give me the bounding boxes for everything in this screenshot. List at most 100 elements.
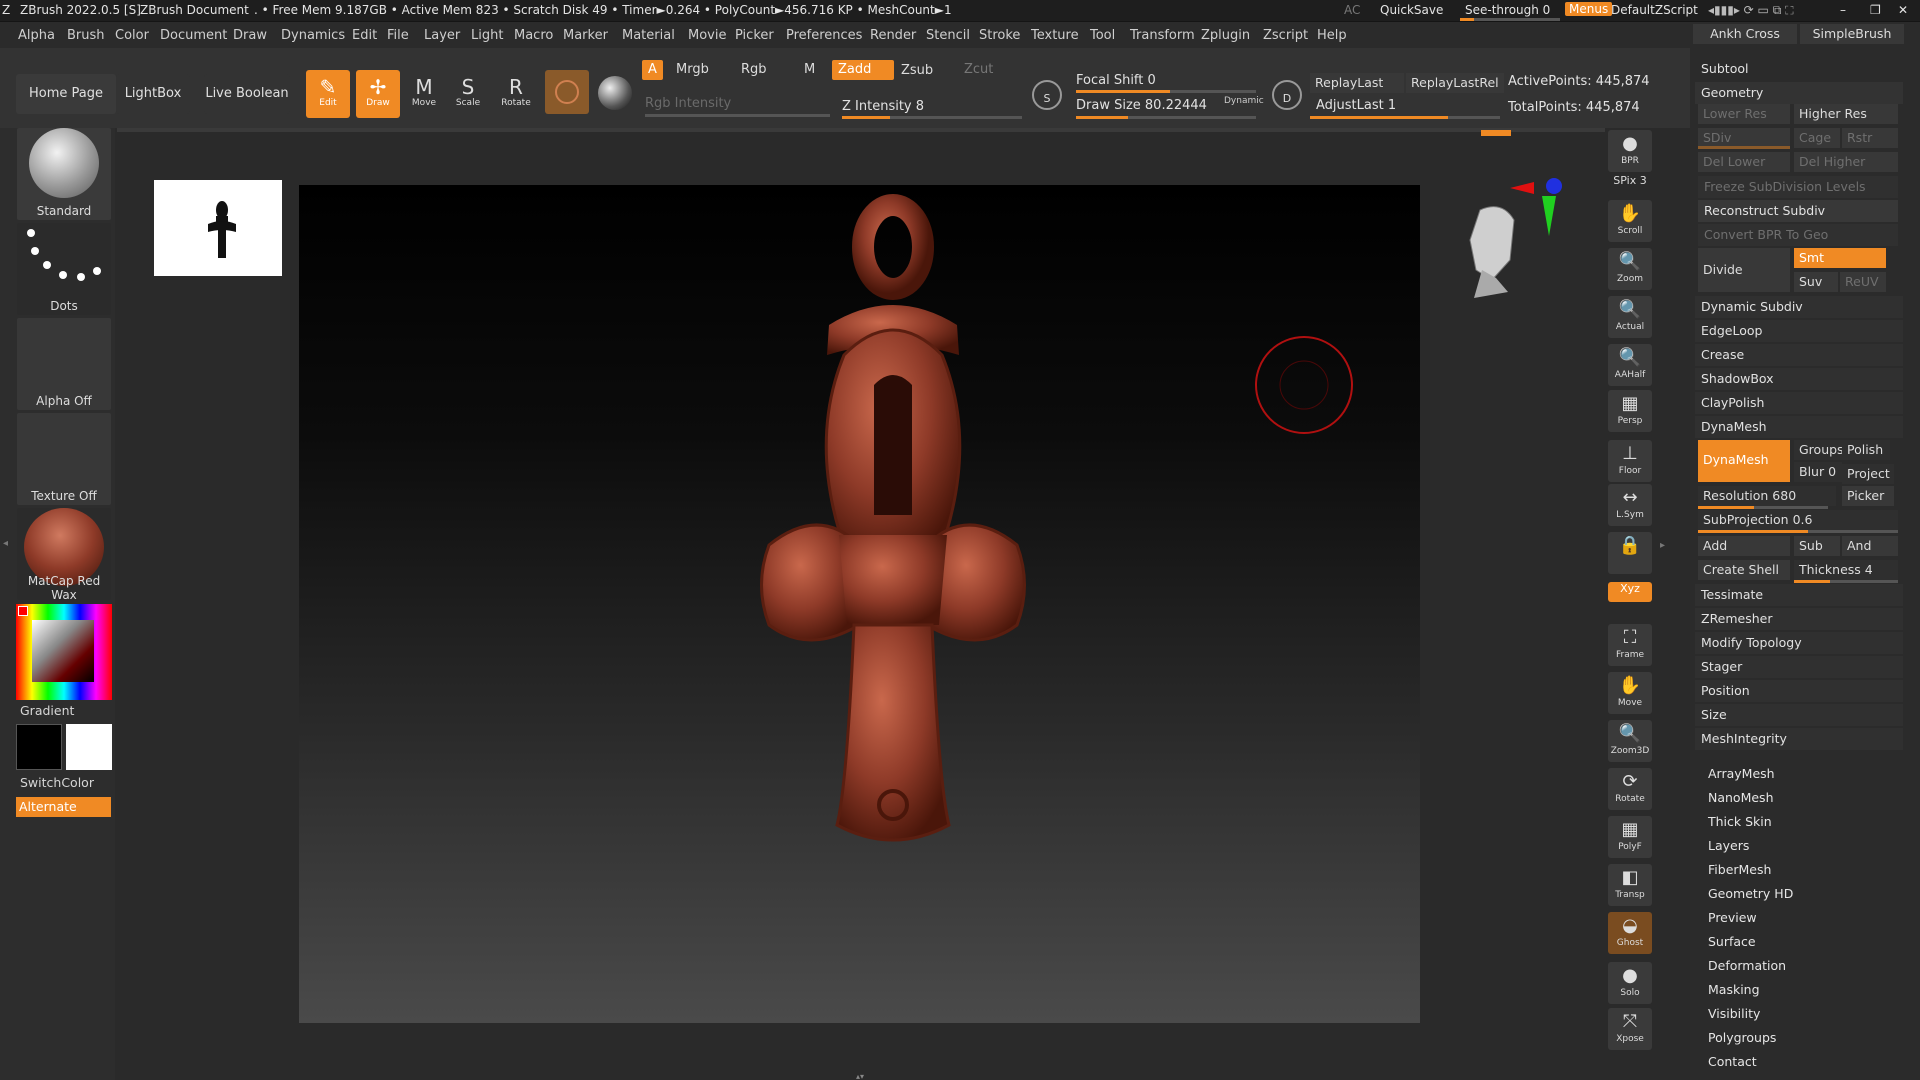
collapse-right-icon[interactable]: ▸ [1660, 540, 1665, 551]
stager-header[interactable]: Stager [1695, 656, 1903, 678]
menu-file[interactable]: File [387, 28, 409, 43]
xpose-button[interactable]: ⤧ Xpose [1608, 1008, 1652, 1050]
aahalf-button[interactable]: 🔍 AAHalf [1608, 344, 1652, 386]
tessimate-header[interactable]: Tessimate [1695, 584, 1903, 606]
edgeloop-header[interactable]: EdgeLoop [1695, 320, 1903, 342]
draw-size-track[interactable] [1076, 116, 1256, 119]
menu-document[interactable]: Document [160, 28, 227, 43]
lightbox-button[interactable]: LightBox [116, 74, 190, 114]
menu-light[interactable]: Light [471, 28, 503, 43]
material-swatch[interactable] [545, 70, 589, 114]
persp-button[interactable]: ▦ Persp [1608, 390, 1652, 432]
material-selector[interactable]: MatCap Red Wax [17, 508, 111, 602]
thickness-slider[interactable]: Thickness 4 [1794, 560, 1898, 580]
divide-button[interactable]: Divide [1698, 248, 1790, 292]
collapse-left-icon[interactable]: ◂ [3, 538, 8, 549]
menu-alpha[interactable]: Alpha [18, 28, 55, 43]
focal-shift-s-icon[interactable]: S [1032, 80, 1062, 110]
menu-render[interactable]: Render [870, 28, 916, 43]
document-canvas[interactable] [299, 185, 1420, 1023]
focal-shift-track[interactable] [1076, 90, 1256, 93]
ankh-cross-tool[interactable]: Ankh Cross [1693, 24, 1797, 44]
move-button[interactable]: ✋ Move [1608, 672, 1652, 714]
solo-button[interactable]: ● Solo [1608, 962, 1652, 1004]
menu-preferences[interactable]: Preferences [786, 28, 862, 43]
see-through-track[interactable] [1460, 18, 1560, 21]
subpalette-geometry-hd[interactable]: Geometry HD [1708, 886, 1793, 901]
groups-toggle[interactable]: Groups [1794, 440, 1844, 460]
subpalette-masking[interactable]: Masking [1708, 982, 1760, 997]
l-sym-button[interactable]: ↔ L.Sym [1608, 484, 1652, 526]
restore-icon[interactable]: ❐ [1870, 3, 1881, 17]
brush-selector[interactable]: Standard [17, 128, 111, 220]
and-button[interactable]: And [1842, 536, 1898, 556]
subpalette-preview[interactable]: Preview [1708, 910, 1757, 925]
scale-mode-button[interactable]: S Scale [446, 70, 490, 118]
minimize-icon[interactable]: – [1840, 3, 1846, 17]
xyz-button[interactable]: Xyz [1608, 582, 1652, 602]
picker-button[interactable]: Picker [1842, 486, 1894, 506]
frame-button[interactable]: ⛶ Frame [1608, 624, 1652, 666]
transp-button[interactable]: ◧ Transp [1608, 864, 1652, 906]
rstr-button[interactable]: Rstr [1842, 128, 1898, 148]
convert-bpr-button[interactable]: Convert BPR To Geo [1698, 224, 1898, 246]
menu-marker[interactable]: Marker [563, 28, 608, 43]
zcut-toggle[interactable]: Zcut [958, 60, 999, 80]
menu-dynamics[interactable]: Dynamics [281, 28, 345, 43]
adjustlast-slider[interactable]: AdjustLast 1 [1316, 98, 1396, 113]
menu-material[interactable]: Material [622, 28, 675, 43]
rgb-toggle[interactable]: Rgb [735, 60, 773, 80]
shadowbox-header[interactable]: ShadowBox [1695, 368, 1903, 390]
z-axis-icon[interactable] [1546, 178, 1562, 194]
simplebrush-tool[interactable]: SimpleBrush [1800, 24, 1904, 44]
dynamesh-button[interactable]: DynaMesh [1698, 440, 1790, 482]
rotate-button[interactable]: ⟳ Rotate [1608, 768, 1652, 810]
resolution-slider[interactable]: Resolution 680 [1698, 486, 1836, 506]
zsub-toggle[interactable]: Zsub [895, 61, 939, 81]
zoom-button[interactable]: 🔍 Zoom [1608, 248, 1652, 290]
zadd-toggle[interactable]: Zadd [832, 60, 894, 80]
sdiv-slider[interactable]: SDiv [1698, 128, 1790, 148]
subpalette-arraymesh[interactable]: ArrayMesh [1708, 766, 1775, 781]
bpr-button[interactable]: ● BPR [1608, 130, 1652, 172]
home-page-button[interactable]: Home Page [16, 74, 116, 114]
edit-mode-button[interactable]: ✎ Edit [306, 70, 350, 118]
menu-edit[interactable]: Edit [352, 28, 377, 43]
menu-tool[interactable]: Tool [1090, 28, 1115, 43]
close-icon[interactable]: ✕ [1898, 3, 1908, 17]
subprojection-slider[interactable]: SubProjection 0.6 [1698, 510, 1898, 530]
subpalette-contact[interactable]: Contact [1708, 1054, 1757, 1069]
dynamic-toggle[interactable]: Dynamic [1224, 96, 1264, 106]
menu-stencil[interactable]: Stencil [926, 28, 970, 43]
subpalette-thick-skin[interactable]: Thick Skin [1708, 814, 1772, 829]
menu-stroke[interactable]: Stroke [979, 28, 1020, 43]
draw-size-slider[interactable]: Draw Size 80.22444 [1076, 98, 1207, 113]
dynamic-subdiv-header[interactable]: Dynamic Subdiv [1695, 296, 1903, 318]
project-toggle[interactable]: Project [1842, 464, 1894, 484]
z-intensity-slider[interactable]: Z Intensity 8 [842, 99, 924, 114]
ankh-model-icon[interactable] [299, 185, 1420, 1023]
spix-3-button[interactable]: SPix 3 [1608, 174, 1652, 196]
reuv-button[interactable]: ReUV [1840, 272, 1886, 292]
a-toggle[interactable]: A [642, 60, 663, 80]
subpalette-fibermesh[interactable]: FiberMesh [1708, 862, 1771, 877]
resolution-track[interactable] [1698, 506, 1828, 509]
replay-d-icon[interactable]: D [1272, 80, 1302, 110]
replaylastrel-button[interactable]: ReplayLastRel [1406, 73, 1504, 93]
lower-res-button[interactable]: Lower Res [1698, 104, 1790, 124]
move-mode-button[interactable]: M Move [402, 70, 446, 118]
reconstruct-subdiv-button[interactable]: Reconstruct Subdiv [1698, 200, 1898, 222]
alpha-selector[interactable]: Alpha Off [17, 318, 111, 410]
z-intensity-track[interactable] [842, 116, 1022, 119]
menu-zscript[interactable]: Zscript [1263, 28, 1308, 43]
blur-slider[interactable]: Blur 0 [1794, 462, 1842, 482]
lock-button[interactable]: 🔒 [1608, 532, 1652, 574]
mrgb-toggle[interactable]: Mrgb [670, 60, 715, 80]
claypolish-header[interactable]: ClayPolish [1695, 392, 1903, 414]
stroke-selector[interactable]: Dots [17, 223, 111, 315]
zoom3d-button[interactable]: 🔍 Zoom3D [1608, 720, 1652, 762]
geometry-header[interactable]: Geometry [1695, 82, 1903, 104]
secondary-color-swatch[interactable] [66, 724, 112, 770]
sdiv-track[interactable] [1698, 146, 1790, 149]
replaylast-button[interactable]: ReplayLast [1310, 73, 1404, 93]
